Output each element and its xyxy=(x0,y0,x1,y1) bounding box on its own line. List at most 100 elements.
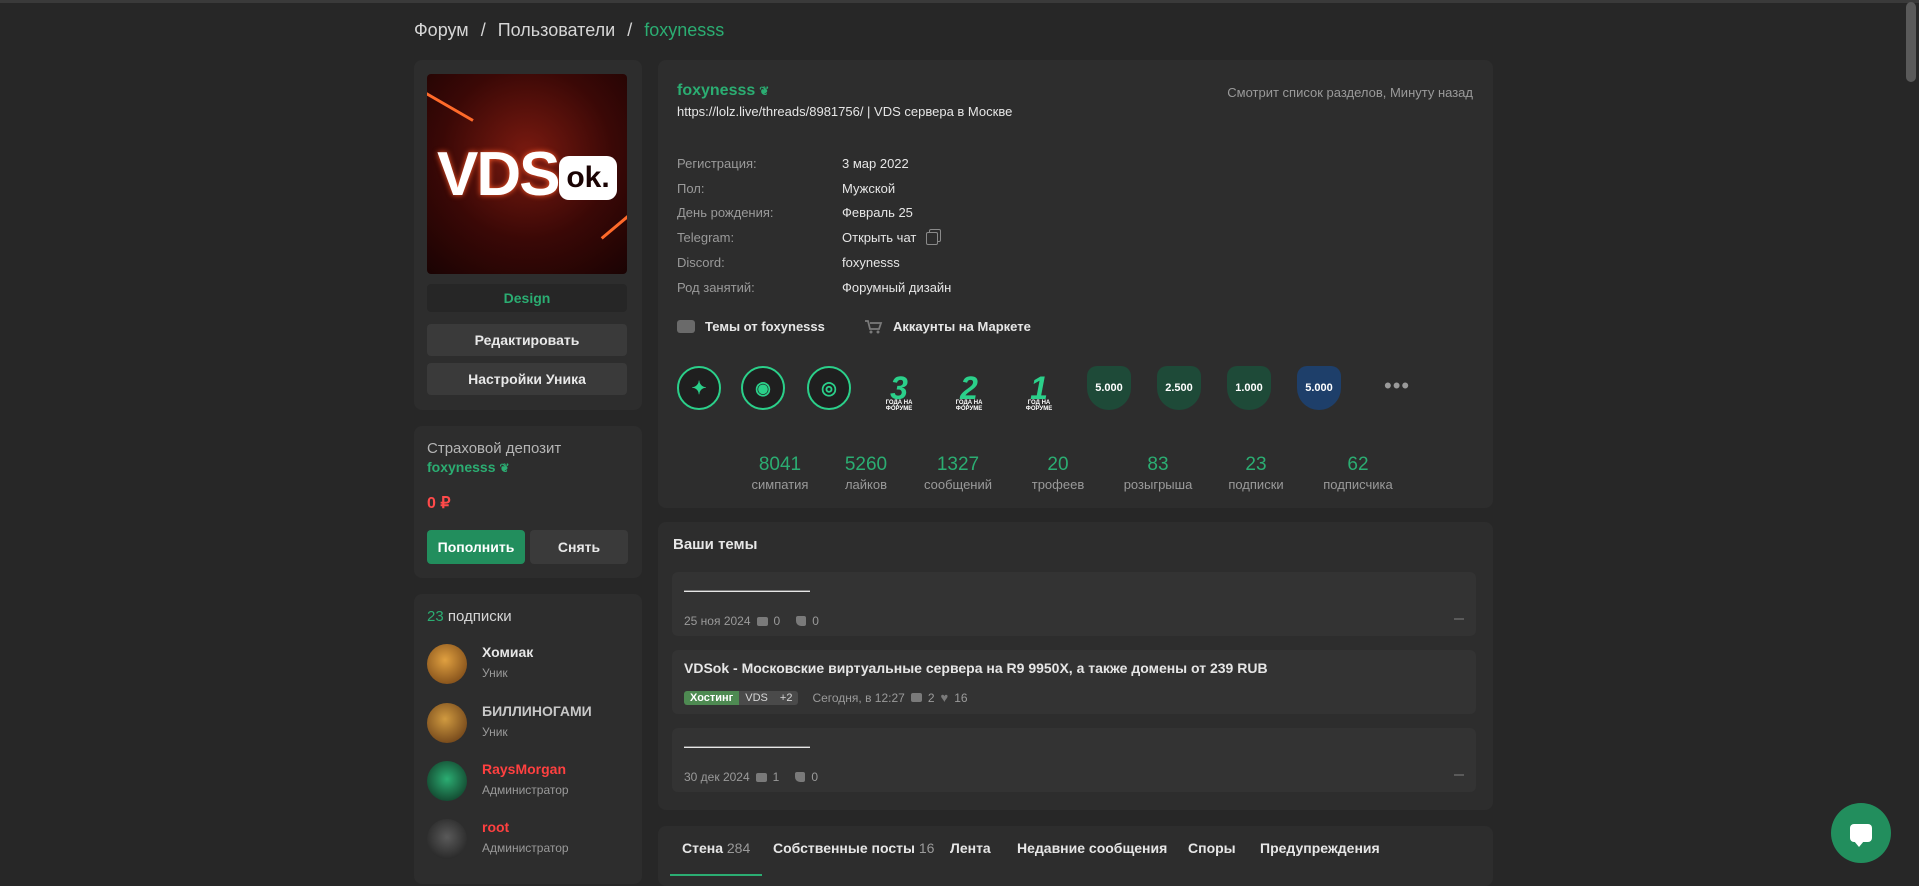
market-accounts-link[interactable]: Аккаунты на Маркете xyxy=(865,319,1031,334)
avatar[interactable] xyxy=(427,819,467,859)
trophy-icon[interactable]: ◉ xyxy=(741,366,785,410)
tab-feed[interactable]: Лента xyxy=(950,840,991,874)
trophy-icon[interactable]: 5.000 xyxy=(1297,366,1341,410)
avatar[interactable] xyxy=(427,703,467,743)
tab-recent-messages[interactable]: Недавние сообщения xyxy=(1017,840,1167,874)
more-trophies-button[interactable]: ••• xyxy=(1384,366,1410,406)
topic-likes: 16 xyxy=(954,690,968,705)
info-value: Февраль 25 xyxy=(842,205,913,220)
info-value: Форумный дизайн xyxy=(842,280,952,295)
topics-card: Ваши темы ————————— 25 ноя 2024 0 0 VDSo… xyxy=(658,522,1493,810)
trophy-icon[interactable]: ◎ xyxy=(807,366,851,410)
info-label: Пол: xyxy=(677,181,705,196)
subscription-name[interactable]: RaysMorgan xyxy=(482,761,566,777)
tab-disputes[interactable]: Споры xyxy=(1188,840,1236,874)
subscription-item[interactable]: Хомиак Уник xyxy=(427,642,637,690)
market-accounts-label: Аккаунты на Маркете xyxy=(893,319,1031,334)
tab-label: Споры xyxy=(1188,840,1236,856)
stat-item[interactable]: 8041 симпатия xyxy=(748,454,812,492)
topic-tag-more[interactable]: +2 xyxy=(773,690,799,705)
tab-warnings[interactable]: Предупреждения xyxy=(1260,840,1380,874)
breadcrumb: Форум / Пользователи / foxynesss xyxy=(414,20,724,41)
subscriptions-count: 23 xyxy=(427,608,444,625)
topic-meta: 30 дек 2024 1 0 xyxy=(684,770,818,784)
avatar-decoration xyxy=(600,211,627,240)
stat-number: 20 xyxy=(1047,454,1069,475)
topic-item[interactable]: ————————— 25 ноя 2024 0 0 xyxy=(672,572,1476,636)
info-label: Регистрация: xyxy=(677,156,757,171)
avatar-logo-text: VDS xyxy=(437,140,560,209)
info-value: foxynesss xyxy=(842,255,900,270)
pin-icon[interactable] xyxy=(1454,618,1464,630)
stat-item[interactable]: 23 подписки xyxy=(1224,454,1288,492)
scrollbar-thumb[interactable] xyxy=(1906,2,1916,82)
trophy-icon[interactable]: 3 ГОДА НА ФОРУМЕ xyxy=(877,366,921,413)
subscription-item[interactable]: root Администратор xyxy=(427,817,637,865)
avatar-card: VDS ok. Design Редактировать Настройки У… xyxy=(414,60,642,410)
breadcrumb-users[interactable]: Пользователи xyxy=(498,20,615,41)
user-topics-link[interactable]: Темы от foxynesss xyxy=(677,319,825,334)
copy-icon[interactable] xyxy=(926,232,939,246)
avatar-logo-badge: ok. xyxy=(559,156,617,200)
tab-own-posts[interactable]: Собственные посты 16 xyxy=(773,840,934,874)
topic-date: 25 ноя 2024 xyxy=(684,614,751,628)
breadcrumb-current[interactable]: foxynesss xyxy=(644,20,724,41)
trophy-icon[interactable]: 1 ГОД НА ФОРУМЕ xyxy=(1017,366,1061,413)
topic-meta: Хостинг VDS +2 Сегодня, в 12:27 2 ♥ 16 xyxy=(684,690,968,705)
subscription-name[interactable]: root xyxy=(482,819,509,835)
subscription-name[interactable]: БИЛЛИНОГАМИ xyxy=(482,703,592,719)
withdraw-button[interactable]: Снять xyxy=(530,530,628,564)
leaf-icon: ❦ xyxy=(499,461,510,475)
topic-title[interactable]: VDSok - Московские виртуальные сервера н… xyxy=(684,660,1268,676)
stat-item[interactable]: 62 подписчика xyxy=(1316,454,1400,492)
trophy-icon[interactable]: ✦ xyxy=(677,366,721,410)
tab-label: Лента xyxy=(950,840,991,856)
info-label: Род занятий: xyxy=(677,280,755,295)
topic-tag[interactable]: VDS xyxy=(739,690,774,705)
subscription-item[interactable]: БИЛЛИНОГАМИ Уник xyxy=(427,701,637,749)
trophy-icon[interactable]: 5.000 xyxy=(1087,366,1131,410)
topic-date: Сегодня, в 12:27 xyxy=(812,690,905,705)
trophy-icon[interactable]: 1.000 xyxy=(1227,366,1271,410)
topic-item[interactable]: VDSok - Московские виртуальные сервера н… xyxy=(672,650,1476,714)
deposit-user[interactable]: foxynesss ❦ xyxy=(427,459,510,475)
tab-count: 16 xyxy=(918,840,935,856)
topic-item[interactable]: ————————— 30 дек 2024 1 0 xyxy=(672,728,1476,792)
topic-replies: 0 xyxy=(773,614,781,628)
profile-username[interactable]: foxynesss ❦ xyxy=(677,82,769,100)
tab-wall[interactable]: Стена 284 xyxy=(670,840,763,876)
stat-number: 23 xyxy=(1245,454,1267,475)
pin-icon[interactable] xyxy=(1454,774,1464,786)
topic-title[interactable]: ————————— xyxy=(684,738,810,754)
leaf-icon: ❦ xyxy=(759,84,770,98)
trophy-icon[interactable]: 2 ГОДА НА ФОРУМЕ xyxy=(947,366,991,413)
avatar[interactable] xyxy=(427,761,467,801)
stat-item[interactable]: 83 розыгрыша xyxy=(1118,454,1198,492)
stat-item[interactable]: 20 трофеев xyxy=(1026,454,1090,492)
topup-button[interactable]: Пополнить xyxy=(427,530,525,564)
stat-item[interactable]: 1327 сообщений xyxy=(918,454,998,492)
like-icon xyxy=(796,616,807,626)
user-title-badge: Design xyxy=(427,284,627,312)
avatar[interactable] xyxy=(427,644,467,684)
topic-title[interactable]: ————————— xyxy=(684,582,810,598)
tab-label: Недавние сообщения xyxy=(1017,840,1168,856)
subscription-name[interactable]: Хомиак xyxy=(482,644,533,660)
telegram-link[interactable]: Открыть чат xyxy=(842,230,939,246)
avatar[interactable]: VDS ok. xyxy=(427,74,627,274)
tab-label: Предупреждения xyxy=(1260,840,1380,856)
subscriptions-title[interactable]: 23 подписки xyxy=(427,608,512,625)
breadcrumb-forum[interactable]: Форум xyxy=(414,20,469,41)
edit-profile-button[interactable]: Редактировать xyxy=(427,324,627,356)
trophy-icon[interactable]: 2.500 xyxy=(1157,366,1201,410)
user-topics-label: Темы от foxynesss xyxy=(705,319,825,334)
tab-label: Собственные посты xyxy=(773,840,915,856)
chat-fab-button[interactable] xyxy=(1831,803,1891,863)
trophy-number: 5.000 xyxy=(1095,382,1123,394)
topic-tag[interactable]: Хостинг xyxy=(684,690,740,705)
stat-number: 1327 xyxy=(936,454,980,475)
stat-number: 8041 xyxy=(758,454,802,475)
stat-item[interactable]: 5260 лайков xyxy=(834,454,898,492)
unique-settings-button[interactable]: Настройки Уника xyxy=(427,363,627,395)
subscription-item[interactable]: RaysMorgan Администратор xyxy=(427,759,637,807)
